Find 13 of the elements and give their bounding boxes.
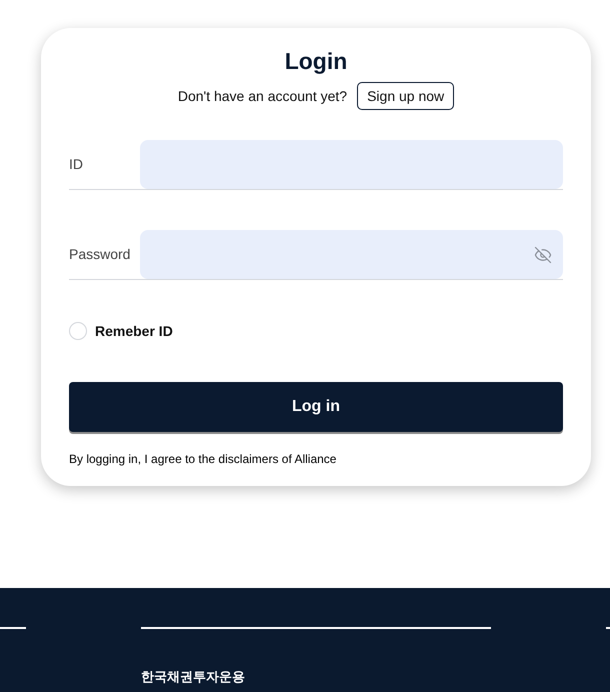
signup-button[interactable]: Sign up now	[357, 82, 454, 110]
remember-checkbox[interactable]	[69, 322, 87, 340]
remember-label: Remeber ID	[95, 322, 173, 340]
hide-password-icon[interactable]	[534, 246, 552, 264]
disclaimer-text: By logging in, I agree to the disclaimers of Alliance	[69, 451, 338, 467]
signup-prompt: Don't have an account yet?	[178, 86, 348, 106]
input-field[interactable]	[140, 230, 563, 279]
field-label: Password	[69, 245, 132, 264]
login-button[interactable]: Log in	[69, 382, 563, 432]
field-label: ID	[69, 155, 84, 174]
input-field[interactable]	[140, 140, 563, 189]
login-title: Login	[284, 47, 348, 76]
company-name: 한국채권투자운용	[141, 668, 246, 686]
